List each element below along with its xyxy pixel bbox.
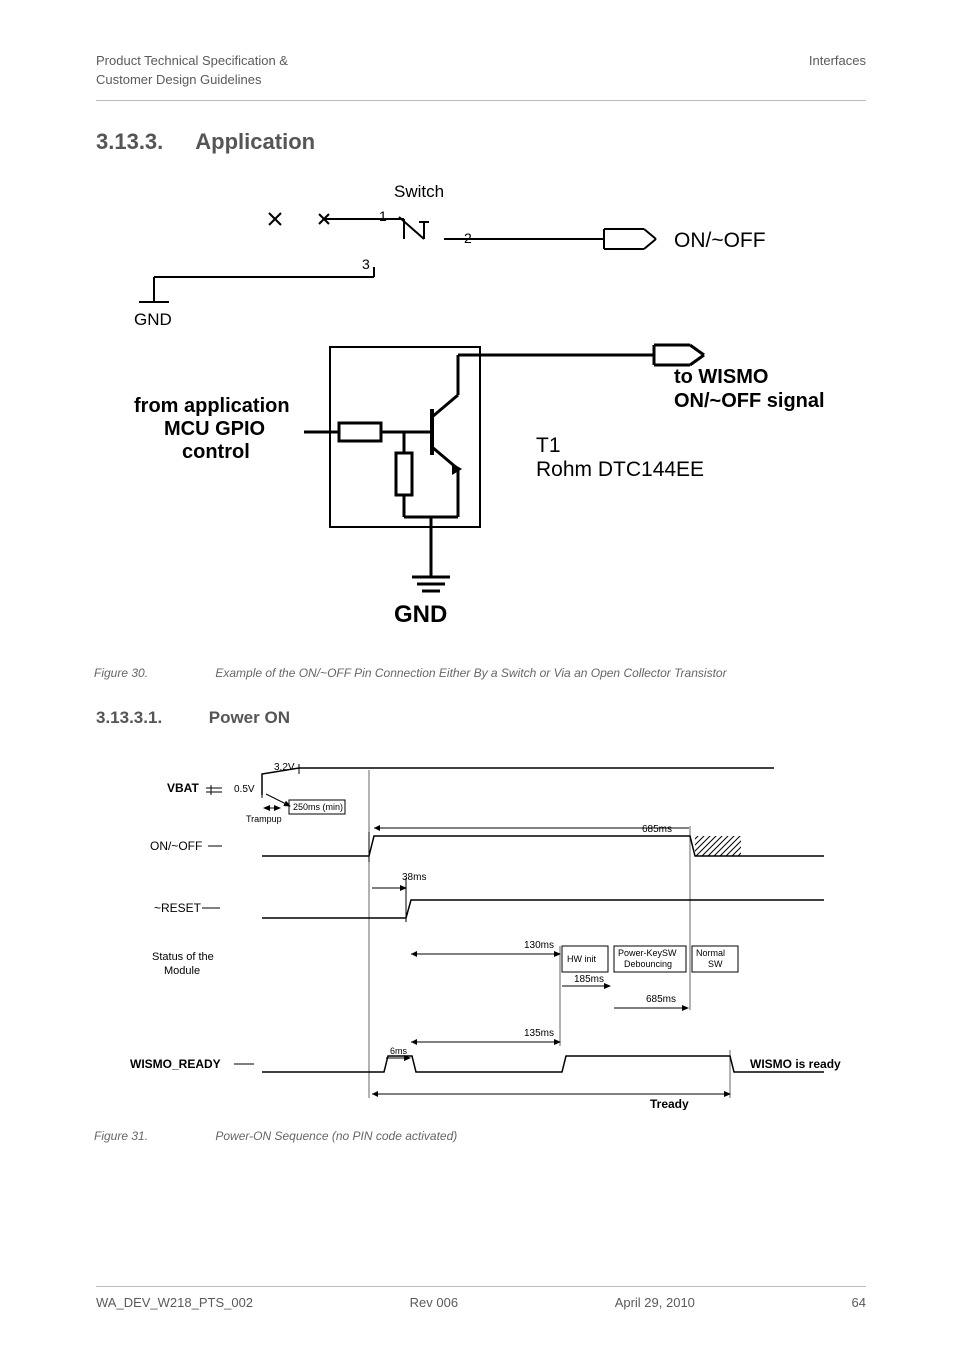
figure-31-number: Figure 31.	[94, 1129, 212, 1143]
section-heading-application: 3.13.3. Application	[96, 129, 866, 155]
page-footer: WA_DEV_W218_PTS_002 Rev 006 April 29, 20…	[96, 1286, 866, 1310]
label-0-5v: 0.5V	[234, 784, 255, 795]
label-on-off: ON/~OFF	[674, 229, 766, 252]
label-130ms: 130ms	[524, 940, 554, 951]
label-to-wismo-2: ON/~OFF signal	[674, 390, 825, 412]
label-normal-1: Normal	[696, 948, 725, 958]
label-gnd-top: GND	[134, 310, 172, 329]
label-from-app-3: control	[182, 441, 250, 463]
header-line2: Customer Design Guidelines	[96, 71, 288, 90]
label-reset: ~RESET	[154, 901, 202, 915]
label-vbat: VBAT	[167, 781, 199, 795]
header-right: Interfaces	[809, 52, 866, 90]
figure-30: Switch 1 2 3 ON/~OFF GND from appli	[94, 177, 864, 680]
label-pksw-2: Debouncing	[624, 959, 672, 969]
label-status-1: Status of the	[152, 951, 214, 963]
label-from-app-2: MCU GPIO	[164, 418, 265, 440]
label-pksw-1: Power-KeySW	[618, 948, 677, 958]
label-onoff: ON/~OFF	[150, 839, 202, 853]
label-pin1: 1	[379, 208, 387, 224]
label-gnd-bottom: GND	[394, 601, 447, 628]
figure-31-svg: VBAT 3.2V 0.5V Trampup 250ms (min) ON/~O…	[94, 750, 864, 1110]
footer-date: April 29, 2010	[615, 1295, 695, 1310]
figure-30-text: Example of the ON/~OFF Pin Connection Ei…	[215, 666, 726, 680]
label-to-wismo-1: to WISMO	[674, 366, 768, 388]
label-from-app-1: from application	[134, 395, 290, 417]
figure-31-text: Power-ON Sequence (no PIN code activated…	[215, 1129, 457, 1143]
label-normal-2: SW	[708, 959, 723, 969]
label-6ms: 6ms	[390, 1046, 408, 1056]
label-hwinit: HW init	[567, 954, 596, 964]
figure-31: VBAT 3.2V 0.5V Trampup 250ms (min) ON/~O…	[94, 750, 864, 1143]
label-685ms-b: 685ms	[646, 994, 676, 1005]
label-685ms: 685ms	[642, 824, 672, 835]
header-left: Product Technical Specification & Custom…	[96, 52, 288, 90]
footer-rev: Rev 006	[410, 1295, 458, 1310]
label-250ms: 250ms (min)	[293, 802, 343, 812]
label-trampup: Trampup	[246, 814, 282, 824]
label-t1: T1	[536, 434, 561, 457]
figure-31-caption: Figure 31. Power-ON Sequence (no PIN cod…	[94, 1129, 864, 1143]
page-header: Product Technical Specification & Custom…	[96, 52, 866, 101]
label-tready: Tready	[650, 1097, 689, 1110]
heading-number: 3.13.3.	[96, 129, 190, 155]
header-line1: Product Technical Specification &	[96, 52, 288, 71]
label-135ms: 135ms	[524, 1028, 554, 1039]
figure-30-svg: Switch 1 2 3 ON/~OFF GND from appli	[94, 177, 864, 647]
heading-title-sub: Power ON	[209, 708, 290, 727]
footer-page: 64	[852, 1295, 866, 1310]
section-heading-power-on: 3.13.3.1. Power ON	[96, 708, 866, 728]
label-status-2: Module	[164, 965, 200, 977]
label-wismo-ready: WISMO_READY	[130, 1057, 221, 1071]
footer-doc: WA_DEV_W218_PTS_002	[96, 1295, 253, 1310]
label-185ms: 185ms	[574, 974, 604, 985]
heading-number-sub: 3.13.3.1.	[96, 708, 204, 728]
label-switch: Switch	[394, 182, 444, 201]
label-pin3: 3	[362, 256, 370, 272]
label-wismo-ready-note: WISMO is ready	[750, 1057, 841, 1071]
label-rohm: Rohm DTC144EE	[536, 458, 704, 481]
heading-title: Application	[195, 129, 315, 154]
figure-30-number: Figure 30.	[94, 666, 212, 680]
figure-30-caption: Figure 30. Example of the ON/~OFF Pin Co…	[94, 666, 864, 680]
